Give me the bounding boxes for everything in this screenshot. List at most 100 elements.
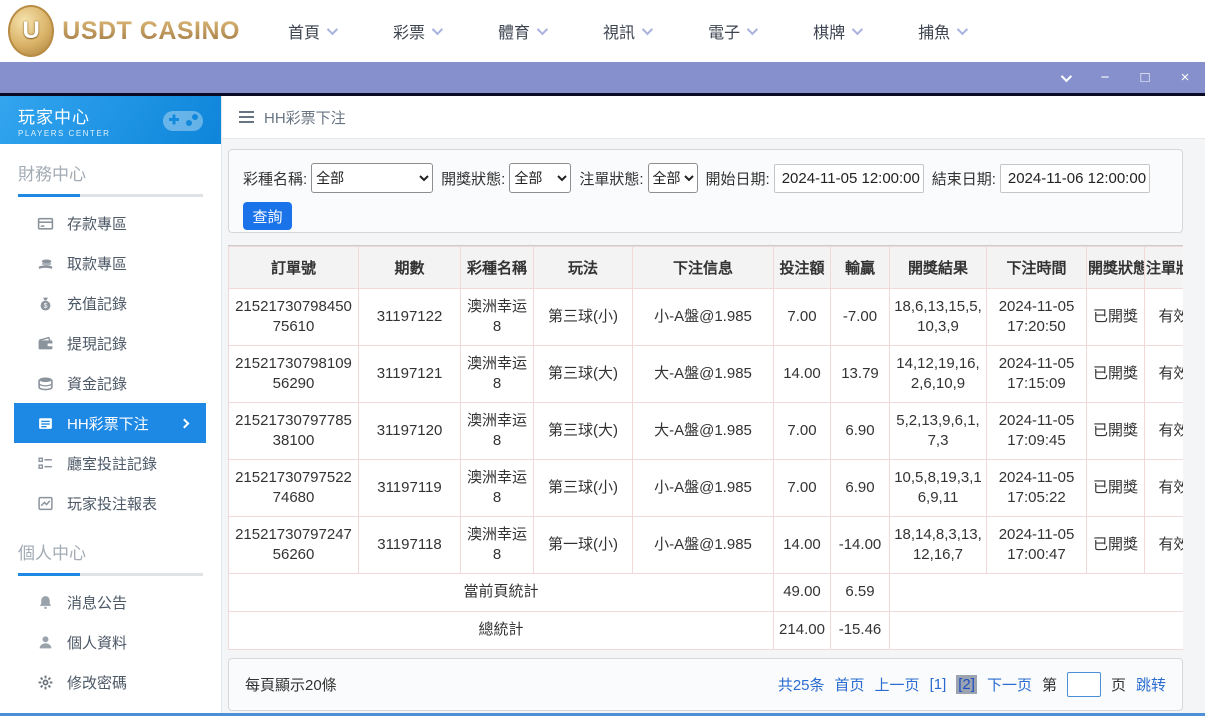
- cell-bet-info: 小-A盤@1.985: [633, 517, 774, 574]
- chevron-down-icon: [957, 24, 968, 35]
- col-bet-time: 下注時間: [987, 247, 1087, 289]
- goto-button[interactable]: 跳转: [1136, 674, 1166, 695]
- nav-item-fishing[interactable]: 捕魚: [918, 19, 965, 43]
- sidebar-item-deposit[interactable]: 存款專區: [0, 203, 221, 243]
- window-close-button[interactable]: ×: [1177, 70, 1193, 85]
- nav-label: 捕魚: [918, 19, 950, 43]
- sidebar-item-label: 消息公告: [67, 592, 127, 613]
- nav-item-slots[interactable]: 電子: [708, 19, 755, 43]
- sidebar-item-profile[interactable]: 個人資料: [0, 622, 221, 662]
- start-date-input[interactable]: [774, 164, 924, 193]
- window-minimize-button[interactable]: −: [1097, 70, 1113, 85]
- sidebar-subtitle: PLAYERS CENTER: [18, 129, 110, 138]
- cell-bet-amount: 14.00: [774, 517, 831, 574]
- nav-label: 棋牌: [813, 19, 845, 43]
- lottery-select[interactable]: 全部: [311, 163, 433, 193]
- content-area: 玩家中心 PLAYERS CENTER 財務中心 存款專區 取款專區: [0, 96, 1205, 716]
- start-date-label: 開始日期:: [706, 168, 770, 189]
- deposit-icon: [36, 214, 54, 232]
- cell-win-loss: 6.90: [831, 403, 890, 460]
- sidebar-section-personal: 個人中心: [0, 523, 221, 582]
- pagination-first[interactable]: 首页: [835, 674, 865, 695]
- window-dropdown-chevron-icon[interactable]: [1057, 70, 1073, 85]
- sidebar-item-recharge-record[interactable]: $ 充值記錄: [0, 283, 221, 323]
- cell-order-id: 2152173079845075610: [229, 289, 359, 346]
- order-status-select[interactable]: 全部: [648, 163, 698, 193]
- summary-label: 當前頁統計: [229, 574, 774, 612]
- summary-empty: [890, 574, 1184, 612]
- lottery-select-label: 彩種名稱:: [243, 168, 307, 189]
- brand-coin-letter: U: [22, 17, 39, 45]
- sidebar-item-label: 玩家投注報表: [67, 493, 157, 514]
- summary-bet-amount: 49.00: [774, 574, 831, 612]
- withdraw-icon: [36, 254, 54, 272]
- bet-records-table-wrap: 訂單號 期數 彩種名稱 玩法 下注信息 投注額 輸贏 開獎結果 下注時間 開獎狀…: [228, 245, 1183, 650]
- sidebar-item-funds-record[interactable]: 資金記錄: [0, 363, 221, 403]
- search-button[interactable]: 查詢: [243, 202, 292, 230]
- nav-item-home[interactable]: 首頁: [288, 19, 335, 43]
- nav-item-lottery[interactable]: 彩票: [393, 19, 440, 43]
- cell-play-type: 第三球(大): [534, 403, 633, 460]
- cell-period: 31197120: [359, 403, 461, 460]
- nav-item-sports[interactable]: 體育: [498, 19, 545, 43]
- sidebar-item-notices[interactable]: 消息公告: [0, 582, 221, 622]
- cell-lottery: 澳洲幸运8: [461, 403, 534, 460]
- end-date-label: 結束日期:: [932, 168, 996, 189]
- app-window: U USDT CASINO 首頁 彩票 體育 視訊 電子 棋牌 捕魚 − □ ×…: [0, 0, 1205, 716]
- cell-win-loss: 13.79: [831, 346, 890, 403]
- sidebar-item-player-bet-report[interactable]: 玩家投注報表: [0, 483, 221, 523]
- sidebar-section-finance: 財務中心: [0, 144, 221, 203]
- pagination-next[interactable]: 下一页: [987, 674, 1032, 695]
- table-row: 2152173079752274680 31197119 澳洲幸运8 第三球(小…: [229, 460, 1184, 517]
- sidebar-item-withdraw[interactable]: 取款專區: [0, 243, 221, 283]
- chevron-down-icon: [852, 24, 863, 35]
- window-maximize-button[interactable]: □: [1137, 70, 1153, 85]
- goto-suffix: 页: [1111, 674, 1126, 695]
- summary-win-loss: 6.59: [831, 574, 890, 612]
- pagination-controls: 共25条 首页 上一页 [1] [2] 下一页 第 页 跳转: [778, 672, 1166, 697]
- chevron-down-icon: [432, 24, 443, 35]
- cell-period: 31197119: [359, 460, 461, 517]
- goto-prefix: 第: [1042, 674, 1057, 695]
- nav-label: 體育: [498, 19, 530, 43]
- cell-play-type: 第一球(小): [534, 517, 633, 574]
- sidebar-item-label: 資金記錄: [67, 373, 127, 394]
- summary-bet-amount: 214.00: [774, 612, 831, 650]
- pagination-page-2-current[interactable]: [2]: [956, 675, 977, 694]
- col-order-status: 注單狀態: [1145, 247, 1184, 289]
- hamburger-icon[interactable]: [239, 111, 254, 123]
- page-title: HH彩票下注: [264, 107, 346, 128]
- cell-order-status: 有效: [1145, 517, 1184, 574]
- nav-item-board-games[interactable]: 棋牌: [813, 19, 860, 43]
- nav-item-video[interactable]: 視訊: [603, 19, 650, 43]
- summary-empty: [890, 612, 1184, 650]
- col-order-id: 訂單號: [229, 247, 359, 289]
- sidebar-item-change-password[interactable]: 修改密碼: [0, 662, 221, 702]
- brand-logo[interactable]: U USDT CASINO: [8, 5, 240, 57]
- sidebar-item-hh-lottery-bets[interactable]: HH彩票下注: [14, 403, 206, 443]
- cell-bet-info: 小-A盤@1.985: [633, 289, 774, 346]
- sidebar-item-withdrawal-record[interactable]: 提現記錄: [0, 323, 221, 363]
- goto-page-input[interactable]: [1067, 672, 1101, 697]
- pagination-prev[interactable]: 上一页: [875, 674, 920, 695]
- pagination-page-1[interactable]: [1]: [930, 676, 947, 693]
- cell-period: 31197122: [359, 289, 461, 346]
- draw-status-select[interactable]: 全部: [509, 163, 571, 193]
- cell-bet-amount: 7.00: [774, 403, 831, 460]
- cell-draw-result: 5,2,13,9,6,1,7,3: [890, 403, 987, 460]
- sidebar-item-room-bet-record[interactable]: 廳室投註記錄: [0, 443, 221, 483]
- sidebar-item-label: 個人資料: [67, 632, 127, 653]
- cell-win-loss: -14.00: [831, 517, 890, 574]
- cell-bet-time: 2024-11-05 17:00:47: [987, 517, 1087, 574]
- summary-row-current-page: 當前頁統計 49.00 6.59: [229, 574, 1184, 612]
- sidebar-item-label: 提現記錄: [67, 333, 127, 354]
- brand-coin-icon: U: [8, 5, 54, 57]
- cell-play-type: 第三球(大): [534, 346, 633, 403]
- chevron-down-icon: [327, 24, 338, 35]
- table-row: 2152173079810956290 31197121 澳洲幸运8 第三球(大…: [229, 346, 1184, 403]
- col-draw-result: 開獎結果: [890, 247, 987, 289]
- cell-draw-status: 已開獎: [1087, 289, 1145, 346]
- cell-bet-info: 小-A盤@1.985: [633, 460, 774, 517]
- end-date-input[interactable]: [1000, 164, 1150, 193]
- chevron-down-icon: [642, 24, 653, 35]
